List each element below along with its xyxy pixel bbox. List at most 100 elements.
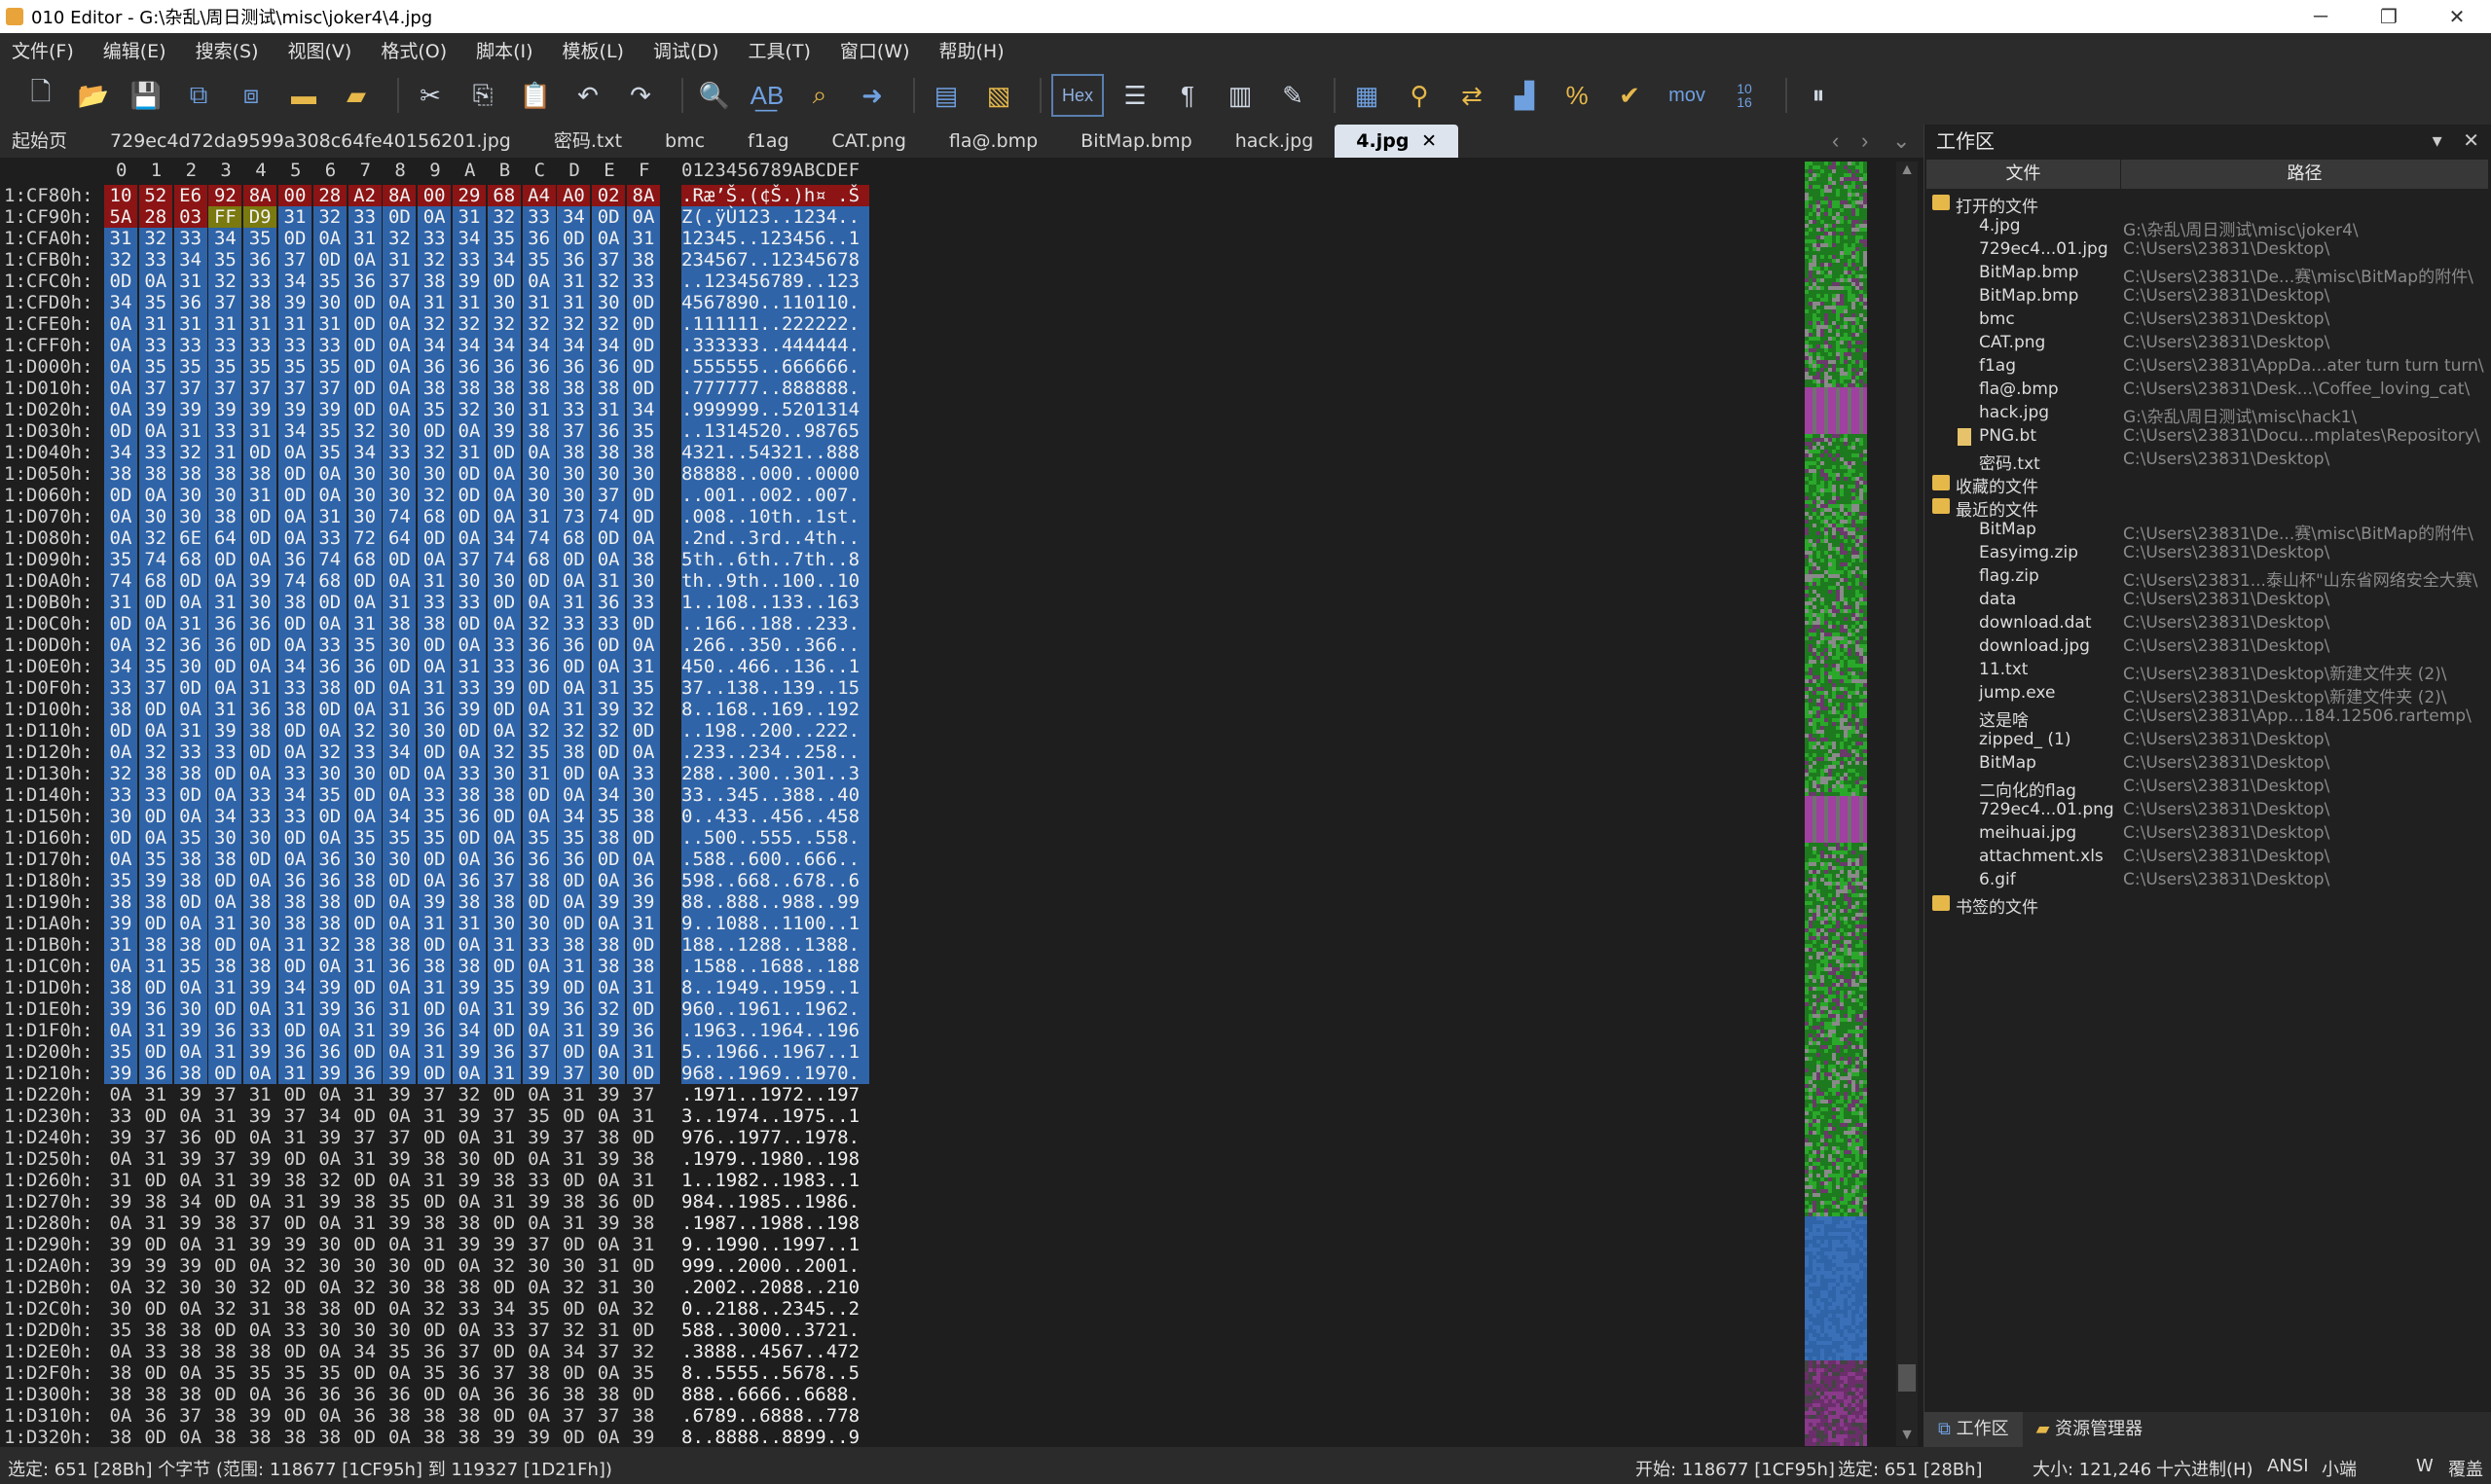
hex-row[interactable]: 1:D0A0h: 74 68 0D 0A 39 74 68 0D 0A 31 30 30 0D 0A 31 30… bbox=[0, 570, 876, 592]
hex-ascii[interactable]: 5..1966..1967..1 bbox=[681, 1041, 869, 1063]
hex-ascii[interactable]: 9..1990..1997..1 bbox=[681, 1234, 869, 1255]
hex-byte[interactable]: 34 bbox=[522, 335, 556, 356]
hex-byte[interactable]: 0A bbox=[487, 720, 521, 742]
hex-byte[interactable]: 38 bbox=[173, 870, 207, 891]
hex-byte[interactable]: 39 bbox=[313, 1191, 347, 1213]
hex-byte[interactable]: 33 bbox=[453, 677, 486, 699]
hex-row[interactable]: 1:D150h: 30 0D 0A 34 33 33 0D 0A 34 35 36 0D 0A 34 35 38… bbox=[0, 806, 876, 827]
hex-byte[interactable]: 31 bbox=[208, 592, 242, 613]
hex-byte[interactable]: 0A bbox=[453, 1063, 486, 1084]
hex-byte[interactable]: 0A bbox=[627, 527, 660, 549]
hex-byte[interactable]: 0D bbox=[139, 1298, 172, 1320]
hex-byte[interactable]: 39 bbox=[383, 1148, 416, 1170]
hex-byte[interactable]: 36 bbox=[348, 656, 382, 677]
hex-byte[interactable]: 38 bbox=[174, 1320, 207, 1341]
tab-active[interactable]: 4.jpg ✕ bbox=[1335, 125, 1458, 158]
hex-byte[interactable]: 0A bbox=[312, 827, 347, 849]
hex-byte[interactable]: 68 bbox=[418, 506, 452, 527]
hex-byte[interactable]: 34 bbox=[383, 806, 417, 827]
hex-byte[interactable]: 31 bbox=[592, 1320, 625, 1341]
hex-byte[interactable]: 0D bbox=[173, 891, 207, 913]
hex-byte[interactable]: 38 bbox=[139, 1320, 172, 1341]
hex-byte[interactable]: 31 bbox=[418, 977, 452, 998]
hex-byte[interactable]: 36 bbox=[278, 549, 311, 570]
hex-row[interactable]: 1:D250h: 0A 31 39 37 39 0D 0A 31 39 38 30 0D 0A 31 39 38… bbox=[0, 1148, 876, 1170]
hex-byte[interactable]: 0A bbox=[523, 1148, 556, 1170]
hex-byte[interactable]: 30 bbox=[243, 913, 277, 934]
hex-byte[interactable]: 0D bbox=[208, 1127, 241, 1148]
workspace-file-item[interactable]: zipped_ (1) C:\Users\23831\Desktop\ bbox=[1924, 730, 2489, 753]
hex-byte[interactable]: 0D bbox=[383, 549, 417, 570]
hex-byte[interactable]: 31 bbox=[104, 228, 137, 249]
hex-byte[interactable]: 35 bbox=[278, 356, 311, 378]
hex-byte[interactable]: 34 bbox=[104, 442, 137, 463]
hex-byte[interactable]: 31 bbox=[383, 249, 417, 271]
hex-byte[interactable]: 0D bbox=[173, 570, 207, 592]
hex-byte[interactable]: 31 bbox=[208, 977, 242, 998]
hex-byte[interactable]: 68 bbox=[522, 549, 556, 570]
hex-byte[interactable]: 0D bbox=[487, 956, 521, 977]
hex-byte[interactable]: 38 bbox=[487, 784, 521, 806]
hex-byte[interactable]: 30 bbox=[487, 570, 521, 592]
hex-byte[interactable]: 31 bbox=[348, 1020, 382, 1041]
hex-byte[interactable]: 0A bbox=[557, 784, 591, 806]
hex-row[interactable]: 1:D2B0h: 0A 32 30 30 32 0D 0A 32 30 38 38 0D 0A 32 31 30… bbox=[0, 1277, 876, 1298]
hex-byte[interactable]: 38 bbox=[313, 1427, 347, 1447]
hex-byte[interactable]: 0D bbox=[278, 720, 311, 742]
hex-byte[interactable]: 68 bbox=[487, 185, 521, 206]
hex-row[interactable]: 1:D0E0h: 34 35 30 0D 0A 34 36 36 0D 0A 31 33 36 0D 0A 31… bbox=[0, 656, 876, 677]
hex-byte[interactable]: 0D bbox=[208, 656, 242, 677]
hex-byte[interactable]: 30 bbox=[208, 485, 242, 506]
tab-file[interactable]: 密码.txt bbox=[532, 125, 643, 158]
hex-byte[interactable]: 31 bbox=[138, 1020, 172, 1041]
hex-byte[interactable]: 38 bbox=[173, 849, 207, 870]
hex-byte[interactable]: 38 bbox=[104, 699, 137, 720]
hex-byte[interactable]: 35 bbox=[173, 356, 207, 378]
hex-byte[interactable]: 38 bbox=[278, 891, 311, 913]
hex-byte[interactable]: 0A bbox=[312, 956, 347, 977]
hex-byte[interactable]: 38 bbox=[104, 977, 137, 998]
hex-byte[interactable]: 0D bbox=[522, 891, 556, 913]
hex-byte[interactable]: 0D bbox=[592, 206, 626, 228]
hex-byte[interactable]: 28 bbox=[312, 185, 347, 206]
hex-byte[interactable]: 31 bbox=[592, 677, 626, 699]
hex-byte[interactable]: 30 bbox=[522, 463, 556, 485]
hex-byte[interactable]: 32 bbox=[139, 1277, 172, 1298]
hex-byte[interactable]: 33 bbox=[243, 335, 277, 356]
hex-byte[interactable]: 0D bbox=[383, 656, 417, 677]
hex-byte[interactable]: 38 bbox=[208, 1213, 241, 1234]
hex-byte[interactable]: 34 bbox=[278, 656, 311, 677]
text-mode-icon[interactable]: ☰ bbox=[1114, 74, 1156, 117]
hex-byte[interactable]: 0D bbox=[627, 335, 660, 356]
hex-byte[interactable]: 30 bbox=[383, 1320, 416, 1341]
hex-ascii[interactable]: .777777..888888. bbox=[681, 378, 869, 399]
hex-byte[interactable]: 31 bbox=[627, 913, 660, 934]
hex-byte[interactable]: 39 bbox=[313, 1127, 347, 1148]
hex-byte[interactable]: 68 bbox=[557, 527, 591, 549]
hex-byte[interactable]: 34 bbox=[487, 527, 521, 549]
hex-byte[interactable]: 31 bbox=[522, 506, 556, 527]
hex-ascii[interactable]: 999..2000..2001. bbox=[681, 1255, 869, 1277]
hex-byte[interactable]: 0A bbox=[627, 206, 660, 228]
hex-byte[interactable]: 0D bbox=[557, 763, 591, 784]
hex-byte[interactable]: 0D bbox=[348, 335, 382, 356]
hex-byte[interactable]: 0D bbox=[348, 677, 382, 699]
hex-byte[interactable]: 35 bbox=[313, 1362, 347, 1384]
tab-explorer[interactable]: ▰ 资源管理器 bbox=[2023, 1412, 2157, 1447]
hex-byte[interactable]: 34 bbox=[453, 228, 486, 249]
hex-ascii[interactable]: .1588..1688..188 bbox=[681, 956, 869, 977]
hex-byte[interactable]: 32 bbox=[104, 249, 137, 271]
hex-byte[interactable]: 31 bbox=[173, 720, 207, 742]
hex-row[interactable]: 1:CFC0h: 0D 0A 31 32 33 34 35 36 37 38 39 0D 0A 31 32 33… bbox=[0, 271, 876, 292]
hex-byte[interactable]: 39 bbox=[453, 1105, 486, 1127]
hex-ascii[interactable]: 5th..6th..7th..8 bbox=[681, 549, 869, 570]
hex-byte[interactable]: 0A bbox=[523, 1084, 556, 1105]
hex-byte[interactable]: 36 bbox=[348, 998, 382, 1020]
hex-byte[interactable]: 31 bbox=[557, 956, 591, 977]
hex-byte[interactable]: 0A bbox=[557, 677, 591, 699]
hex-byte[interactable]: 36 bbox=[523, 1384, 556, 1405]
hex-byte[interactable]: 30 bbox=[312, 292, 347, 313]
hex-byte[interactable]: 0A bbox=[487, 485, 521, 506]
hex-byte[interactable]: 36 bbox=[348, 1384, 382, 1405]
hex-byte[interactable]: 31 bbox=[348, 1084, 382, 1105]
